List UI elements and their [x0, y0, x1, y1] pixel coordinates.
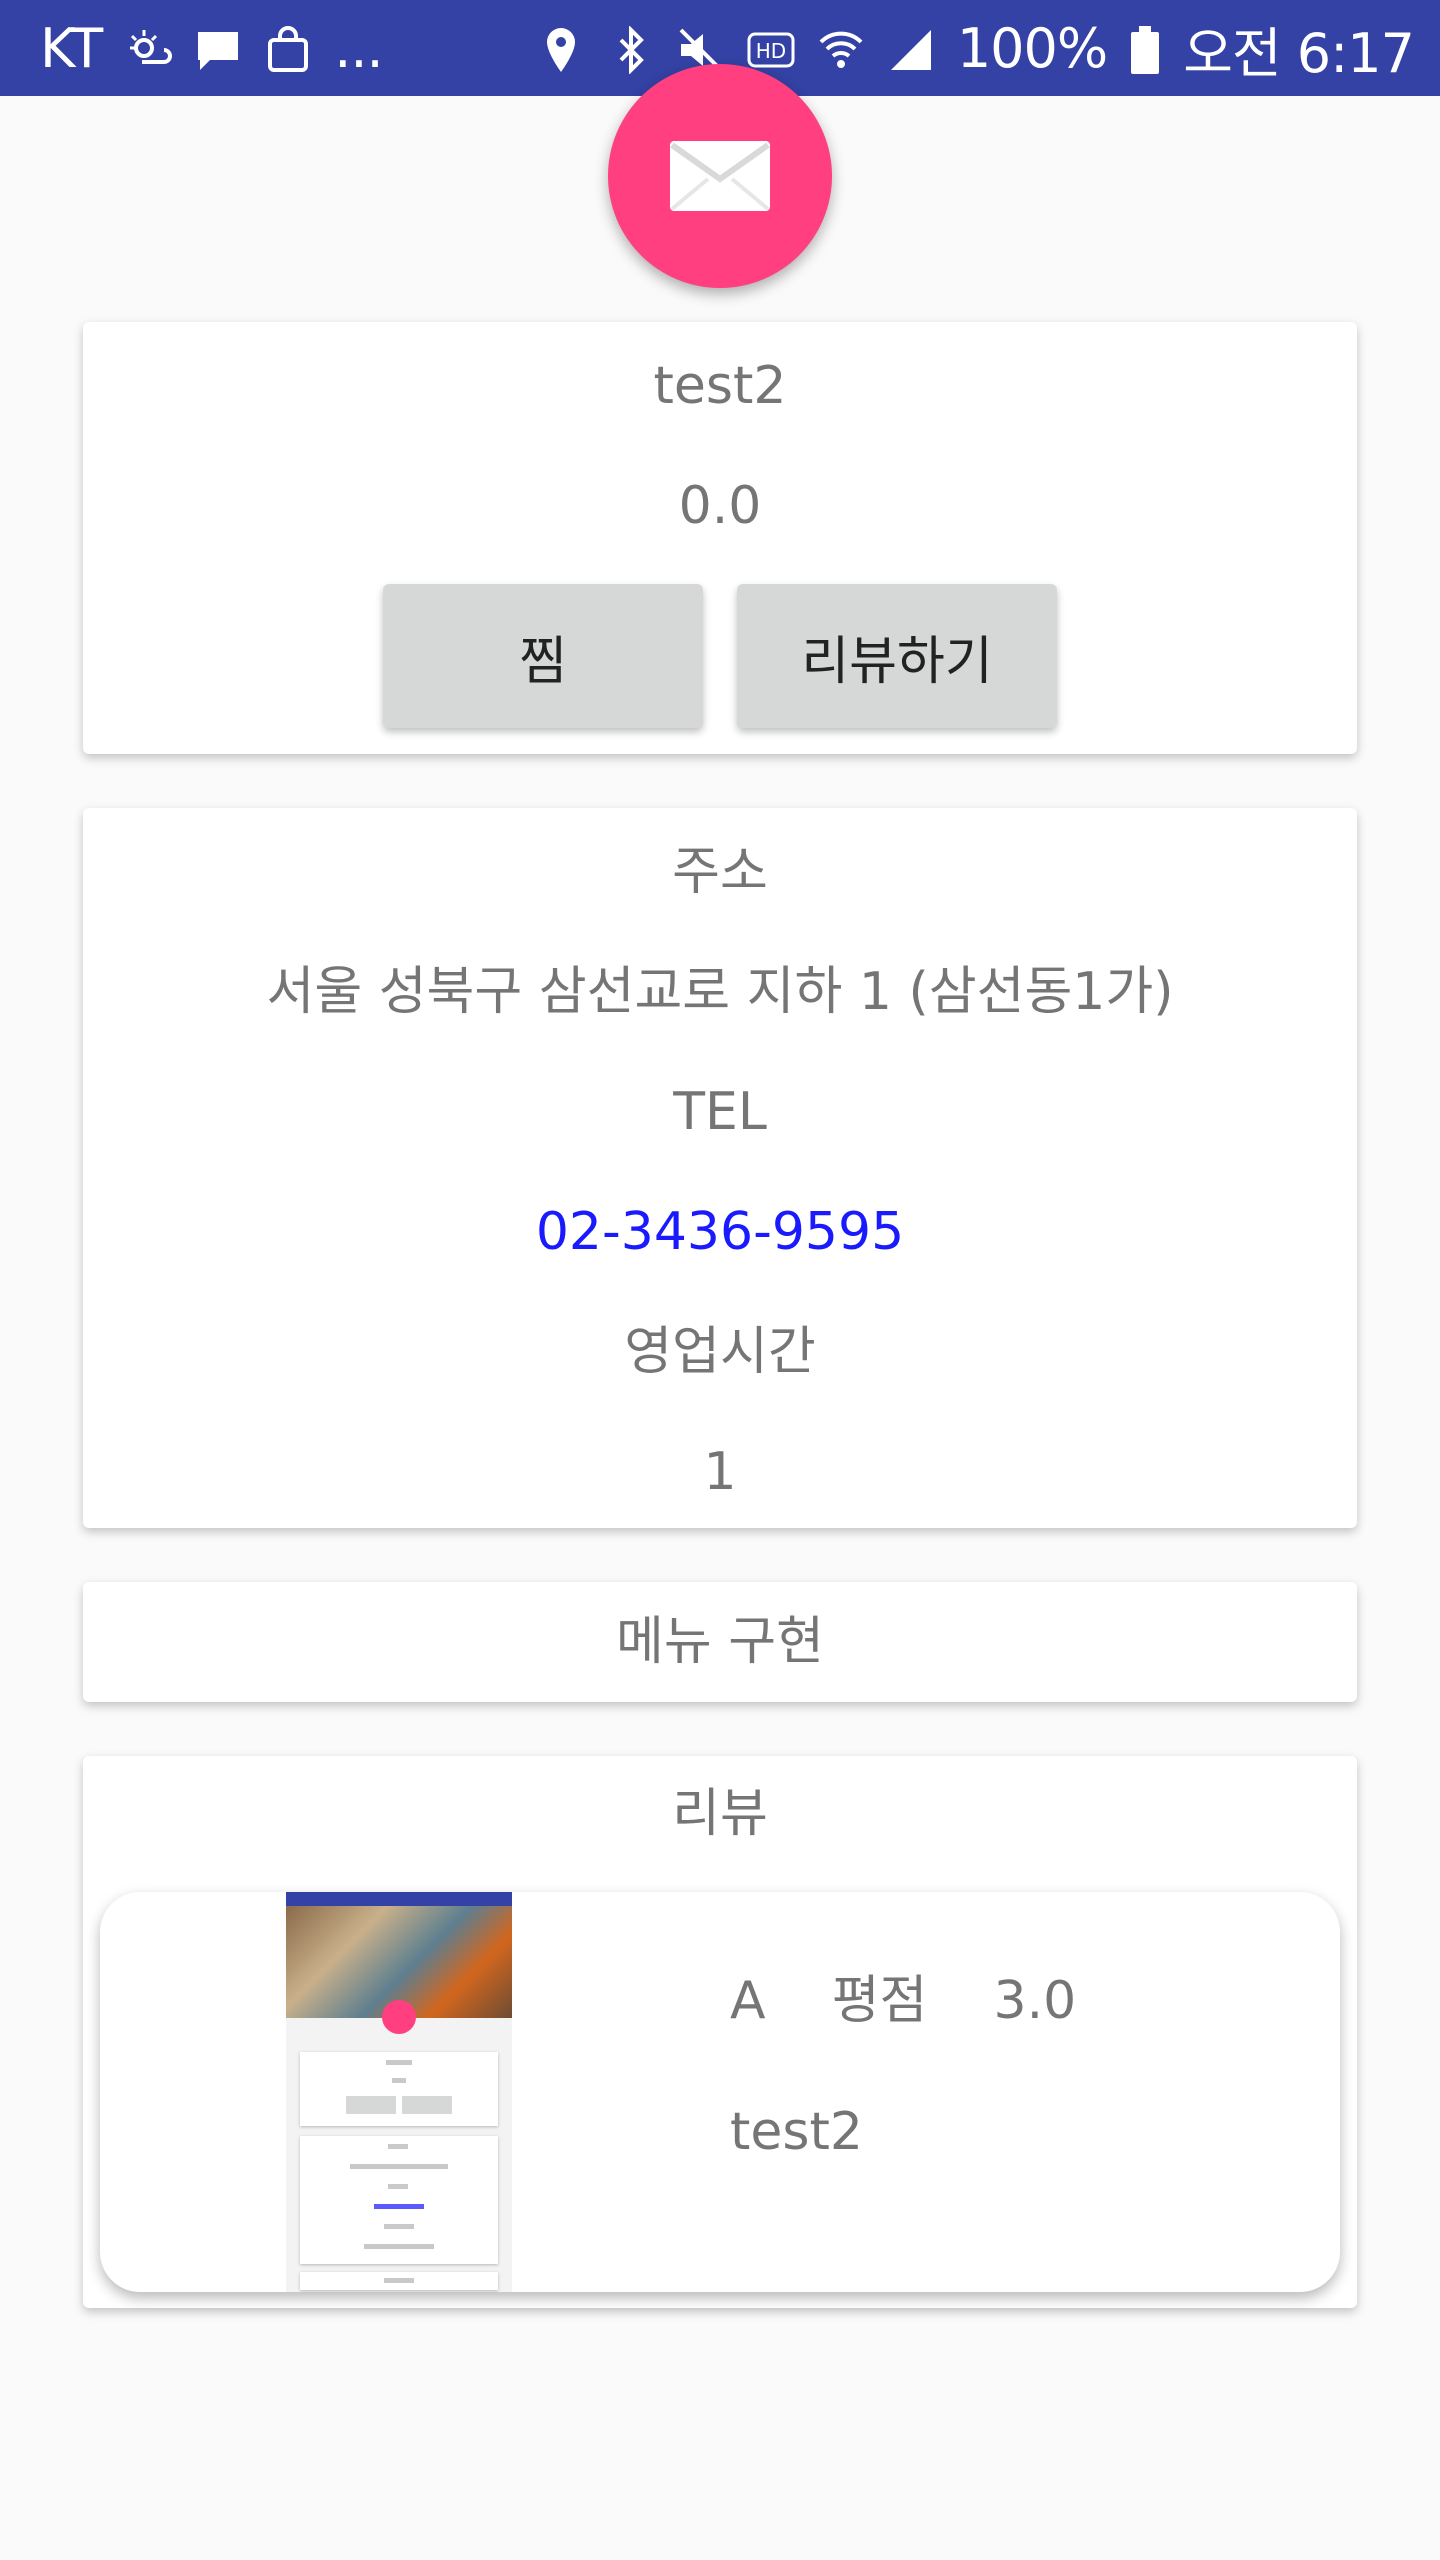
hd-icon: HD — [747, 24, 795, 72]
battery-icon — [1129, 24, 1161, 74]
hours-value: 1 — [703, 1442, 737, 1502]
tel-link[interactable]: 02-3436-9595 — [83, 1200, 1357, 1264]
message-fab-button[interactable] — [608, 64, 832, 288]
hours-label: 영업시간 — [624, 1322, 816, 1382]
like-button[interactable]: 찜 — [383, 584, 703, 728]
store-card: test2 0.0 찜 리뷰하기 — [83, 322, 1357, 754]
mail-icon — [668, 139, 772, 213]
tel-label: TEL — [673, 1082, 767, 1142]
carrier-label: KT — [40, 16, 103, 80]
menu-card[interactable]: 메뉴 구현 — [83, 1582, 1357, 1702]
store-rating: 0.0 — [678, 476, 762, 536]
location-icon — [537, 24, 585, 72]
wifi-icon — [817, 24, 865, 72]
thumbnail-status-bar — [286, 1892, 512, 1906]
review-rating: 3.0 — [993, 1971, 1077, 2031]
bluetooth-icon — [607, 24, 655, 75]
store-name: test2 — [653, 356, 787, 416]
review-section-title: 리뷰 — [672, 1784, 768, 1844]
review-user: A — [730, 1971, 766, 2031]
battery-percent: 100% — [956, 16, 1108, 80]
review-rating-label: 평점 — [831, 1971, 928, 2031]
review-header: A 평점 3.0 — [730, 1958, 1076, 2033]
svg-text:HD: HD — [756, 39, 786, 63]
more-notifications: ... — [334, 16, 383, 80]
info-card: 주소 서울 성북구 삼선교로 지하 1 (삼선동1가) TEL 02-3436-… — [83, 808, 1357, 1528]
menu-label: 메뉴 구현 — [616, 1612, 824, 1672]
review-list-item[interactable]: A 평점 3.0 test2 — [100, 1892, 1340, 2292]
write-review-button[interactable]: 리뷰하기 — [737, 584, 1057, 728]
review-photo-thumbnail[interactable] — [286, 1892, 512, 2292]
address-value: 서울 성북구 삼선교로 지하 1 (삼선동1가) — [266, 962, 1174, 1022]
weather-icon — [124, 24, 173, 72]
thumbnail-card — [300, 2136, 498, 2264]
thumbnail-card — [300, 2052, 498, 2126]
thumbnail-fab — [382, 2000, 416, 2034]
clock: 오전 6:17 — [1183, 21, 1415, 85]
signal-icon — [887, 24, 935, 72]
review-text: test2 — [730, 2102, 863, 2162]
shopping-bag-icon — [264, 24, 312, 72]
address-label: 주소 — [672, 842, 768, 902]
message-icon — [194, 24, 242, 72]
thumbnail-card — [300, 2272, 498, 2290]
